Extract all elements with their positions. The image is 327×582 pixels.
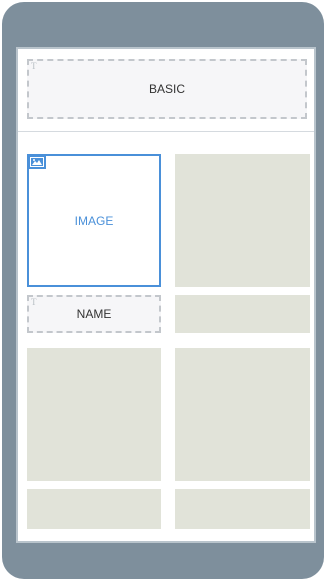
placeholder-tile[interactable] [175, 489, 310, 529]
image-block[interactable]: IMAGE [27, 154, 161, 287]
section-divider [18, 131, 314, 132]
name-block-label: NAME [76, 307, 112, 321]
placeholder-tile[interactable] [175, 154, 310, 287]
content-grid: IMAGE T NAME [22, 149, 310, 535]
placeholder-tile[interactable] [175, 348, 310, 481]
image-block-label: IMAGE [74, 213, 114, 228]
text-tag-icon: T [31, 61, 37, 71]
placeholder-tile[interactable] [175, 295, 310, 333]
phone-screen: T BASIC IMAGE T NAME [16, 47, 316, 543]
text-tag-icon: T [31, 297, 37, 307]
placeholder-tile[interactable] [27, 489, 161, 529]
phone-frame: T BASIC IMAGE T NAME [2, 2, 324, 579]
image-icon [28, 155, 46, 169]
name-block[interactable]: T NAME [27, 295, 161, 333]
basic-block-label: BASIC [148, 82, 185, 96]
basic-block[interactable]: T BASIC [27, 59, 307, 119]
placeholder-tile[interactable] [27, 348, 161, 481]
